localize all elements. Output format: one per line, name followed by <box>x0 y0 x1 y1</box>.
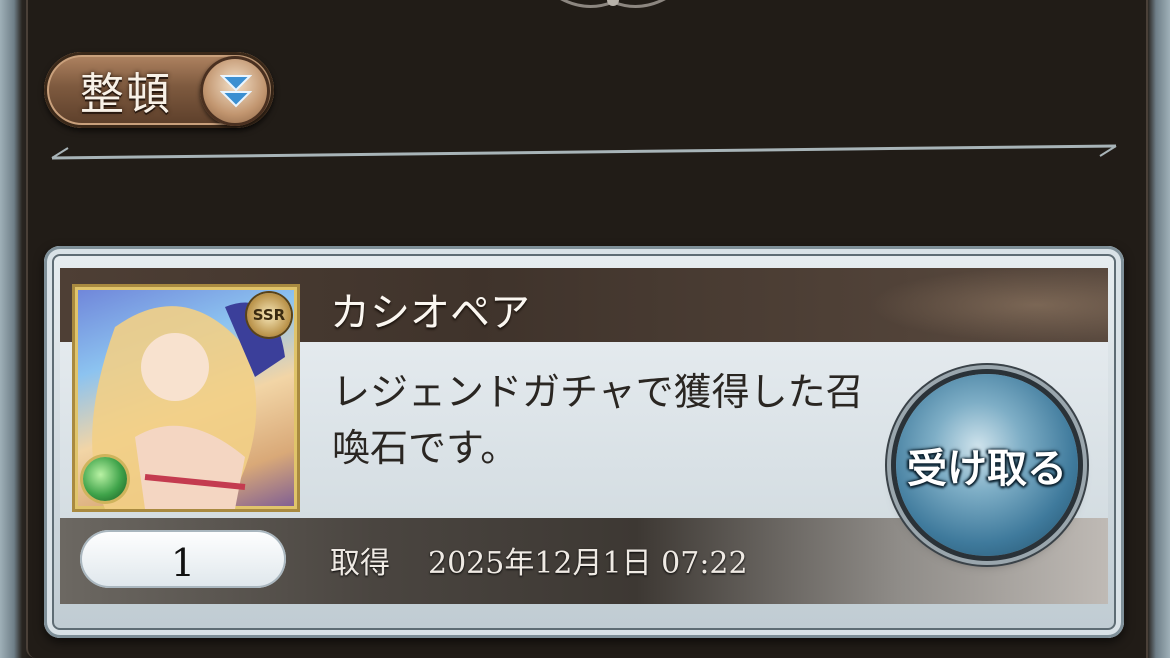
summon-thumbnail[interactable]: SSR <box>72 284 300 512</box>
sort-toggle[interactable] <box>200 56 270 126</box>
chevron-down-icon <box>220 75 252 108</box>
present-card: SSR カシオペア レジェンドガチャで獲得した召喚石です。 1 取得 2025年… <box>44 246 1124 638</box>
top-ornament <box>560 0 666 8</box>
acquired-date: 2025年12月1日 07:22 <box>428 546 748 581</box>
sort-button[interactable]: 整頓 <box>44 50 280 130</box>
receive-button-label: 受け取る <box>907 446 1067 492</box>
rarity-badge: SSR <box>247 293 291 337</box>
receive-button[interactable]: 受け取る <box>896 374 1078 556</box>
acquired-label: 取得 <box>330 546 390 581</box>
quantity-badge: 1 <box>80 530 286 588</box>
section-divider <box>51 144 1117 160</box>
item-name: カシオペア <box>330 290 530 336</box>
item-description: レジェンドガチャで獲得した召喚石です。 <box>332 370 864 470</box>
wind-element-icon <box>83 457 127 501</box>
sort-label: 整頓 <box>80 69 172 120</box>
